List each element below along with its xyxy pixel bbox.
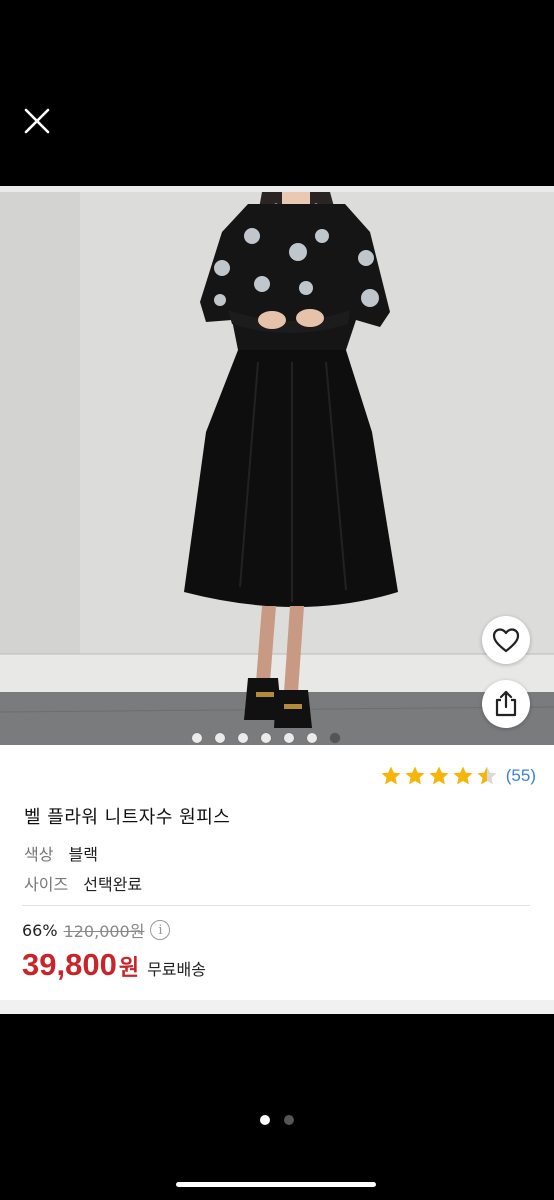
gallery-dot[interactable] (330, 733, 340, 743)
star-icon (405, 766, 425, 785)
page-dot[interactable] (284, 1115, 294, 1125)
info-icon[interactable]: i (150, 920, 171, 940)
star-icon (477, 766, 497, 785)
product-info: (55) 벨 플라워 니트자수 원피스 색상 블랙 사이즈 선택완료 66% 1… (0, 745, 554, 1000)
product-title: 벨 플라워 니트자수 원피스 (24, 807, 231, 828)
star-icon (429, 766, 449, 785)
option-size-label: 사이즈 (24, 875, 69, 894)
gallery-indicator[interactable] (192, 733, 340, 743)
shipping-label: 무료배송 (147, 960, 206, 979)
discount-row: 66% 120,000원 i (22, 918, 171, 942)
sale-price: 39,800 (22, 947, 117, 982)
star-icon (381, 766, 401, 785)
top-bar (0, 0, 554, 186)
product-card: (55) 벨 플라워 니트자수 원피스 색상 블랙 사이즈 선택완료 66% 1… (0, 186, 554, 1014)
gallery-dot[interactable] (215, 733, 225, 743)
gallery-dot[interactable] (238, 733, 248, 743)
gallery-dot[interactable] (192, 733, 202, 743)
card-bottom-strip (0, 1000, 554, 1014)
discount-percent: 66% (22, 920, 58, 940)
page-indicator[interactable] (260, 1115, 294, 1125)
home-indicator[interactable] (176, 1182, 376, 1187)
heart-icon (492, 628, 520, 653)
close-icon (24, 108, 50, 134)
original-price: 120,000원 (63, 922, 145, 941)
price-row: 39,800 원 무료배송 (22, 947, 206, 983)
wishlist-button[interactable] (482, 616, 530, 664)
rating-count[interactable]: (55) (506, 766, 536, 786)
close-button[interactable] (18, 102, 56, 140)
share-icon (495, 690, 517, 717)
currency: 원 (118, 956, 140, 981)
option-color-value: 블랙 (68, 845, 98, 864)
page-dot[interactable] (260, 1115, 270, 1125)
share-button[interactable] (482, 680, 530, 728)
product-image[interactable] (0, 192, 554, 745)
option-color: 색상 블랙 (24, 841, 98, 865)
star-icon (453, 766, 473, 785)
gallery-dot[interactable] (284, 733, 294, 743)
divider (22, 905, 530, 906)
rating-stars (380, 765, 498, 786)
gallery-dot[interactable] (307, 733, 317, 743)
rating[interactable]: (55) (380, 765, 536, 786)
option-size-value: 선택완료 (83, 875, 143, 894)
option-size: 사이즈 선택완료 (24, 871, 142, 895)
option-color-label: 색상 (24, 845, 54, 864)
gallery-dot[interactable] (261, 733, 271, 743)
